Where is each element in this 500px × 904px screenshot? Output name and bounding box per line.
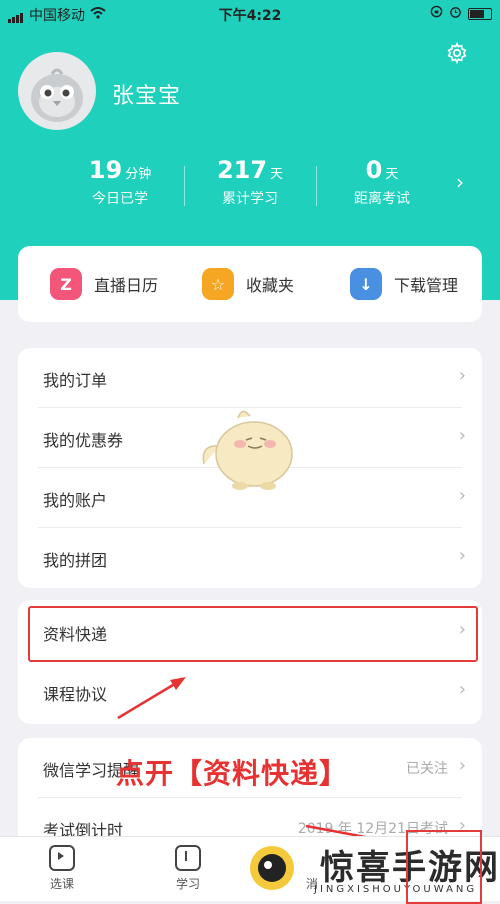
battery-icon xyxy=(468,7,492,20)
download-icon: ↓ xyxy=(350,268,382,300)
menu-item-label: 课程协议 xyxy=(43,685,108,704)
play-icon xyxy=(49,845,75,871)
alarm-icon xyxy=(449,5,462,22)
chevron-right-icon: › xyxy=(458,679,466,700)
chevron-right-icon: › xyxy=(458,365,466,386)
menu-item-value: 已关注 xyxy=(406,761,448,777)
chevron-right-icon: › xyxy=(458,545,466,566)
chevron-right-icon: › xyxy=(458,425,466,446)
tab-label: 学习 xyxy=(175,877,200,891)
stat-exam-unit: 天 xyxy=(385,167,399,182)
chevron-right-icon: › xyxy=(458,485,466,506)
downloads-button[interactable]: ↓ 下载管理 xyxy=(350,268,458,300)
stat-exam: 0天 距离考试 xyxy=(307,156,457,208)
stat-total-value: 217 xyxy=(216,156,268,184)
study-stats[interactable]: 19 分钟 今日已学 217 天 累计学习 0天 距离考试 › xyxy=(0,156,500,212)
quick-actions-card: Z 直播日历 ☆ 收藏夹 ↓ 下载管理 xyxy=(18,246,482,322)
favorites-button[interactable]: ☆ 收藏夹 xyxy=(202,268,294,300)
menu-item-label: 我的账户 xyxy=(43,491,108,510)
live-calendar-label: 直播日历 xyxy=(94,276,159,295)
watermark-logo-icon xyxy=(250,846,294,890)
calendar-icon: Z xyxy=(50,268,82,300)
menu-item-label: 我的拼团 xyxy=(43,551,108,570)
lock-rotation-icon xyxy=(430,5,443,22)
username: 张宝宝 xyxy=(112,84,182,109)
tab-label: 选课 xyxy=(49,877,74,891)
stat-today-value: 19 xyxy=(88,156,123,184)
stat-total: 217 天 累计学习 xyxy=(175,156,325,208)
stat-exam-value: 0 xyxy=(365,156,383,184)
avatar[interactable] xyxy=(18,52,96,130)
menu-item-label: 我的优惠券 xyxy=(43,431,124,450)
stat-total-unit: 天 xyxy=(270,167,284,182)
tab-courses[interactable]: 选课 xyxy=(32,845,92,892)
chevron-right-icon[interactable]: › xyxy=(456,170,464,194)
status-bar: 中国移动 下午4:22 xyxy=(0,0,500,28)
favorites-label: 收藏夹 xyxy=(246,276,295,295)
menu-item-orders[interactable]: 我的订单 › xyxy=(18,348,482,408)
tab-study[interactable]: 学习 xyxy=(158,845,218,892)
highlight-box xyxy=(28,606,478,662)
book-icon xyxy=(175,845,201,871)
stat-total-label: 累计学习 xyxy=(222,191,278,207)
mascot-illustration xyxy=(198,404,304,496)
stat-exam-label: 距离考试 xyxy=(354,191,410,207)
highlight-box xyxy=(406,830,482,904)
chevron-right-icon: › xyxy=(458,755,466,776)
settings-gear-icon[interactable] xyxy=(446,41,468,65)
instruction-annotation: 点开【资料快递】 xyxy=(116,757,349,790)
menu-item-group-buy[interactable]: 我的拼团 › xyxy=(18,528,482,588)
stat-today-label: 今日已学 xyxy=(92,191,148,207)
star-icon: ☆ xyxy=(202,268,234,300)
bird-avatar-icon xyxy=(31,68,83,122)
status-time: 下午4:22 xyxy=(218,8,282,24)
menu-item-label: 我的订单 xyxy=(43,371,108,390)
menu-item-course-agreement[interactable]: 课程协议 › xyxy=(18,662,482,722)
stat-today-unit: 分钟 xyxy=(125,167,152,182)
stat-today: 19 分钟 今日已学 xyxy=(45,156,195,208)
live-calendar-button[interactable]: Z 直播日历 xyxy=(50,268,158,300)
downloads-label: 下载管理 xyxy=(394,276,459,295)
